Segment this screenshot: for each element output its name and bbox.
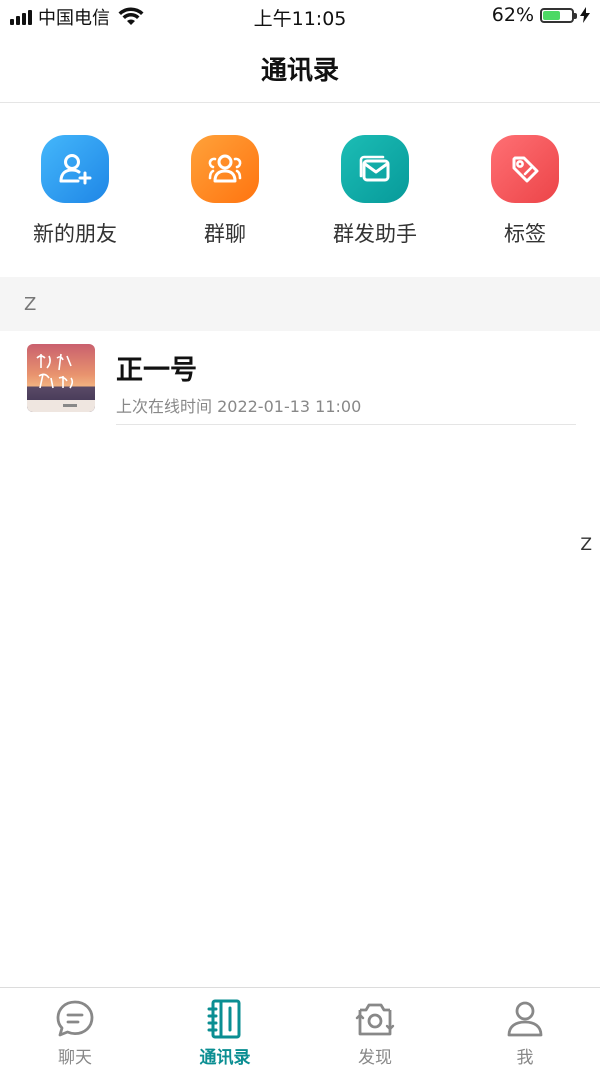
tab-me[interactable]: 我 bbox=[450, 988, 600, 1067]
status-bar: 中国电信 上午11:05 62% bbox=[0, 0, 600, 34]
shortcut-label: 新的朋友 bbox=[33, 222, 117, 246]
tab-label: 我 bbox=[516, 1048, 534, 1067]
tab-label: 聊天 bbox=[58, 1048, 92, 1067]
row-divider bbox=[116, 424, 576, 425]
battery-icon bbox=[540, 7, 577, 23]
contact-avatar bbox=[27, 344, 95, 412]
group-chat-icon bbox=[191, 135, 259, 203]
contacts-icon bbox=[207, 999, 241, 1039]
status-bar-right: 62% bbox=[492, 4, 590, 26]
shortcut-tags[interactable]: 标签 bbox=[450, 103, 600, 276]
tag-icon bbox=[491, 135, 559, 203]
profile-icon bbox=[507, 1001, 543, 1037]
nav-header: 通讯录 bbox=[0, 34, 600, 103]
index-bar-letter-z[interactable]: Z bbox=[580, 535, 592, 555]
tab-bar: 聊天 通讯录 发现 我 bbox=[0, 987, 600, 1067]
tab-label: 通讯录 bbox=[199, 1048, 251, 1067]
shortcut-label: 标签 bbox=[504, 222, 546, 246]
tab-contacts[interactable]: 通讯录 bbox=[150, 988, 300, 1067]
shortcut-label: 群聊 bbox=[204, 222, 246, 246]
battery-percent: 62% bbox=[491, 4, 534, 26]
section-header: Z bbox=[0, 277, 600, 331]
chat-icon bbox=[56, 1000, 94, 1037]
contact-name: 正一号 bbox=[116, 355, 197, 386]
shortcut-label: 群发助手 bbox=[333, 222, 417, 246]
page-title: 通讯录 bbox=[260, 55, 339, 86]
shortcut-new-friends[interactable]: 新的朋友 bbox=[0, 103, 150, 276]
discover-icon bbox=[355, 1003, 395, 1036]
broadcast-mail-icon bbox=[341, 135, 409, 203]
shortcut-grid: 新的朋友 群聊 群发助手 标签 bbox=[0, 103, 600, 276]
tab-chat[interactable]: 聊天 bbox=[0, 988, 150, 1067]
add-friend-icon bbox=[41, 135, 109, 203]
tab-discover[interactable]: 发现 bbox=[300, 988, 450, 1067]
charging-icon bbox=[580, 7, 590, 23]
album-cover-avatar bbox=[27, 344, 95, 412]
contact-last-online: 上次在线时间 2022-01-13 11:00 bbox=[116, 397, 362, 416]
shortcut-group-chat[interactable]: 群聊 bbox=[150, 103, 300, 276]
contacts-screen: 中国电信 上午11:05 62% 通讯录 新的朋友 群聊 群发助手 标签 Z 正… bbox=[0, 0, 600, 1067]
section-letter: Z bbox=[24, 293, 37, 315]
shortcut-broadcast-assistant[interactable]: 群发助手 bbox=[300, 103, 450, 276]
tab-label: 发现 bbox=[358, 1048, 392, 1067]
contact-row[interactable]: 正一号 上次在线时间 2022-01-13 11:00 bbox=[0, 331, 600, 425]
